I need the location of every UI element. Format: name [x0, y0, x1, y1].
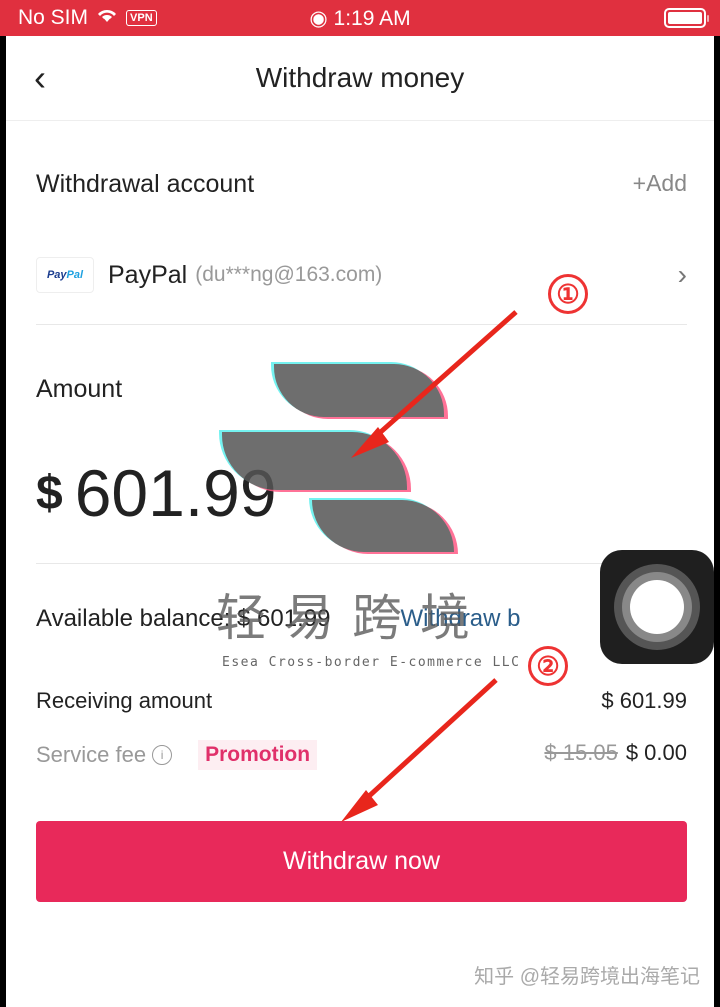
- add-account-button[interactable]: +Add: [633, 170, 687, 197]
- service-fee-row: Service fee i Promotion $ 15.05 $ 0.00: [36, 740, 687, 770]
- status-time: ◉ 1:19 AM: [0, 6, 720, 31]
- assistive-touch-button[interactable]: [600, 550, 714, 664]
- account-name: PayPal: [108, 260, 188, 289]
- service-fee-value: $ 15.05 $ 0.00: [544, 740, 687, 766]
- info-icon[interactable]: i: [152, 745, 173, 765]
- current-fee: $ 0.00: [625, 740, 687, 765]
- paypal-logo: Pay Pal: [36, 257, 94, 293]
- nav-bar: ‹ Withdraw money: [6, 36, 714, 121]
- receiving-amount-value: $ 601.99: [601, 688, 687, 713]
- watermark-cn: 轻易跨境: [216, 590, 488, 646]
- amount-label: Amount: [36, 375, 123, 403]
- app-screen: ‹ Withdraw money Withdrawal account +Add…: [6, 36, 714, 1007]
- status-bar: No SIM VPN ◉ 1:19 AM: [0, 0, 720, 36]
- location-icon: ◉: [309, 7, 334, 30]
- paypal-account-row[interactable]: Pay Pal PayPal (du***ng@163.com) ›: [36, 250, 687, 300]
- receiving-amount-label: Receiving amount: [36, 688, 213, 713]
- watermark-en: Esea Cross-border E-commerce LLC: [222, 655, 521, 670]
- amount-value: 601.99: [74, 456, 277, 530]
- step-2-marker: ②: [528, 646, 568, 686]
- divider: [36, 324, 687, 325]
- battery-icon: [664, 8, 709, 28]
- time-label: 1:19 AM: [333, 7, 411, 30]
- receiving-amount-row: Receiving amount $ 601.99: [36, 688, 687, 714]
- zhihu-watermark: 知乎 @轻易跨境出海笔记: [474, 966, 700, 988]
- account-email: (du***ng@163.com): [195, 263, 383, 286]
- withdrawal-account-header: Withdrawal account +Add: [36, 170, 687, 199]
- divider: [36, 563, 687, 564]
- currency-symbol: $: [36, 467, 63, 520]
- promotion-badge: Promotion: [198, 740, 318, 770]
- step-1-marker: ①: [548, 274, 588, 314]
- withdrawal-account-label: Withdrawal account: [36, 170, 255, 198]
- chevron-right-icon[interactable]: ›: [678, 259, 687, 291]
- page-title: Withdraw money: [255, 62, 465, 93]
- original-fee: $ 15.05: [544, 740, 618, 765]
- service-fee-label: Service fee: [36, 742, 147, 767]
- amount-input[interactable]: $601.99: [36, 455, 277, 531]
- withdraw-now-button[interactable]: Withdraw now: [36, 821, 687, 902]
